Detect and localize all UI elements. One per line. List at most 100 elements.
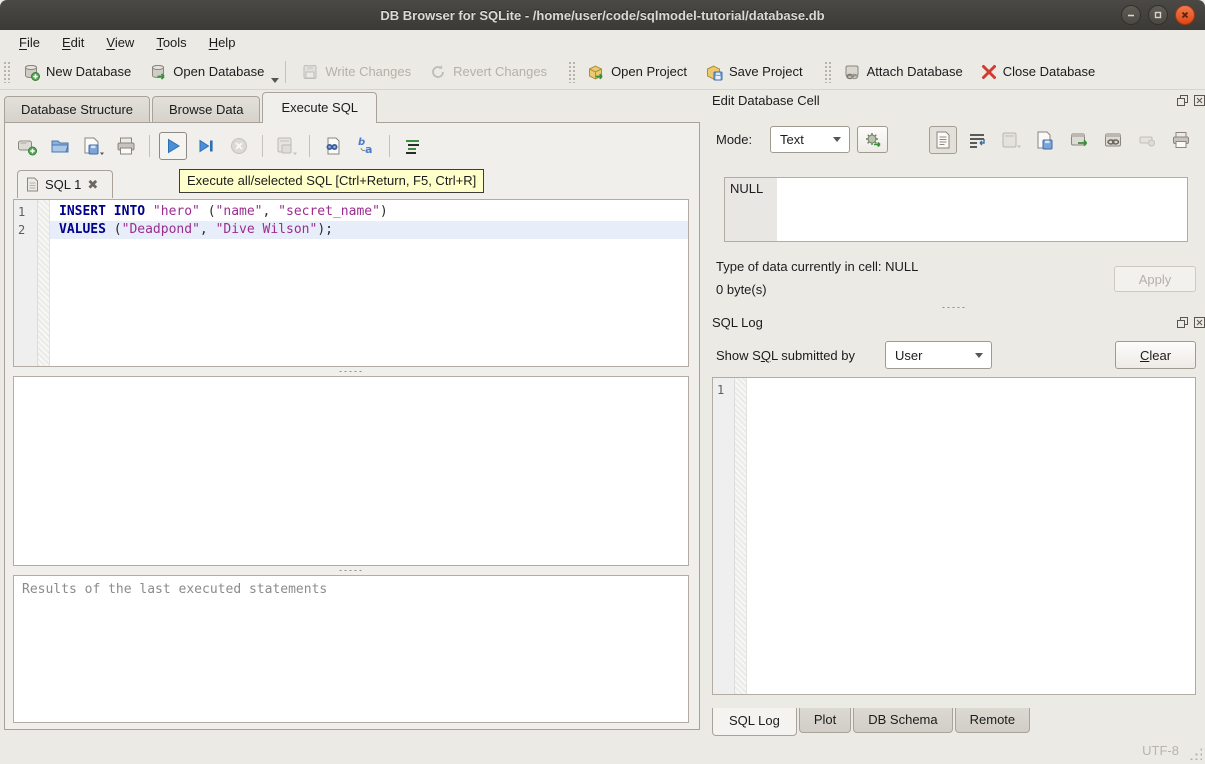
encoding-indicator[interactable]: UTF-8 xyxy=(1142,743,1179,758)
maximize-icon[interactable] xyxy=(1148,5,1168,25)
revert-changes-label: Revert Changes xyxy=(453,64,547,79)
new-database-icon xyxy=(22,63,40,81)
sql-editor[interactable]: 12 INSERT INTO "hero" ("name", "secret_n… xyxy=(13,199,689,367)
sql-file-tab-label: SQL 1 xyxy=(45,177,81,192)
clear-log-button[interactable]: Clear xyxy=(1115,341,1196,369)
attach-database-button[interactable]: Attach Database xyxy=(834,58,972,86)
dock-tab-sql-log[interactable]: SQL Log xyxy=(712,708,797,736)
close-sql-tab-icon[interactable]: ✖ xyxy=(87,178,98,191)
titlebar[interactable]: DB Browser for SQLite - /home/user/code/… xyxy=(0,0,1205,30)
replace-in-sql-button[interactable]: ba xyxy=(352,132,380,160)
app-window: DB Browser for SQLite - /home/user/code/… xyxy=(0,0,1205,764)
toolbar-separator xyxy=(262,135,263,157)
edit-cell-dock-buttons xyxy=(1176,94,1205,107)
toolbar-separator xyxy=(389,135,390,157)
menu-file[interactable]: File xyxy=(8,33,51,52)
save-sql-file-button[interactable] xyxy=(79,132,107,160)
execute-current-line-button[interactable] xyxy=(192,132,220,160)
splitter-handle[interactable] xyxy=(13,567,689,574)
float-panel-icon[interactable] xyxy=(1176,94,1189,107)
log-gutter: 1 xyxy=(713,378,735,694)
toolbar-handle[interactable] xyxy=(3,61,10,83)
revert-changes-icon xyxy=(429,63,447,81)
tab-execute-sql[interactable]: Execute SQL xyxy=(262,92,377,123)
sql-log-editor[interactable]: 1 xyxy=(712,377,1196,695)
open-database-icon xyxy=(149,63,167,81)
text-mode-toggle[interactable] xyxy=(929,126,957,154)
menu-view[interactable]: View xyxy=(95,33,145,52)
auto-switch-mode-button[interactable] xyxy=(857,126,888,153)
code-line[interactable]: VALUES ("Deadpond", "Dive Wilson"); xyxy=(50,221,688,239)
close-panel-icon[interactable] xyxy=(1193,316,1205,329)
import-cell-data-button[interactable] xyxy=(1031,126,1059,154)
dock-tab-plot[interactable]: Plot xyxy=(799,708,851,733)
execute-sql-button[interactable] xyxy=(159,132,187,160)
close-panel-icon[interactable] xyxy=(1193,94,1205,107)
mode-label: Mode: xyxy=(716,132,752,147)
cell-value-editor[interactable]: NULL xyxy=(724,177,1188,242)
results-placeholder: Results of the last executed statements xyxy=(22,582,680,597)
find-in-sql-button[interactable] xyxy=(319,132,347,160)
code-line[interactable]: INSERT INTO "hero" ("name", "secret_name… xyxy=(50,203,688,221)
tab-database-structure[interactable]: Database Structure xyxy=(4,96,150,123)
open-project-button[interactable]: Open Project xyxy=(578,58,696,86)
stop-button xyxy=(225,132,253,160)
save-project-button[interactable]: Save Project xyxy=(696,58,812,86)
new-sql-tab-button[interactable] xyxy=(13,132,41,160)
open-cell-data-button xyxy=(997,126,1025,154)
save-project-icon xyxy=(705,63,723,81)
close-icon[interactable] xyxy=(1175,5,1195,25)
splitter-handle[interactable] xyxy=(13,368,689,375)
toolbar-handle[interactable] xyxy=(824,61,831,83)
attach-database-label: Attach Database xyxy=(867,64,963,79)
open-database-dropdown-icon[interactable] xyxy=(271,78,279,83)
menu-tools[interactable]: Tools xyxy=(145,33,197,52)
menu-edit[interactable]: Edit xyxy=(51,33,95,52)
window-title: DB Browser for SQLite - /home/user/code/… xyxy=(380,8,824,23)
write-changes-icon xyxy=(301,63,319,81)
new-database-button[interactable]: New Database xyxy=(13,58,140,86)
open-sql-file-button[interactable] xyxy=(46,132,74,160)
toolbar-separator xyxy=(149,135,150,157)
close-database-button[interactable]: Close Database xyxy=(972,59,1105,85)
format-sql-button[interactable] xyxy=(399,132,427,160)
toolbar-separator xyxy=(309,135,310,157)
sql-code-lines[interactable]: INSERT INTO "hero" ("name", "secret_name… xyxy=(50,200,688,366)
mode-select-value: Text xyxy=(780,132,804,147)
open-in-external-link-button[interactable] xyxy=(1099,126,1127,154)
editor-fold-margin xyxy=(38,200,50,366)
save-project-label: Save Project xyxy=(729,64,803,79)
dock-tab-bar: SQL Log Plot DB Schema Remote xyxy=(712,708,1032,736)
open-database-button[interactable]: Open Database xyxy=(140,58,273,86)
resize-grip[interactable] xyxy=(1189,747,1202,760)
main-content: Database Structure Browse Data Execute S… xyxy=(0,90,1205,735)
dock-tab-remote[interactable]: Remote xyxy=(955,708,1031,733)
results-pane[interactable]: Results of the last executed statements xyxy=(13,575,689,723)
save-results-button xyxy=(272,132,300,160)
write-changes-button: Write Changes xyxy=(292,58,420,86)
print-cell-button[interactable] xyxy=(1167,126,1195,154)
open-project-icon xyxy=(587,63,605,81)
splitter-handle[interactable] xyxy=(712,304,1196,311)
menu-help[interactable]: Help xyxy=(198,33,247,52)
dock-tab-db-schema[interactable]: DB Schema xyxy=(853,708,952,733)
float-panel-icon[interactable] xyxy=(1176,316,1189,329)
log-filter-select[interactable]: User xyxy=(885,341,992,369)
sql-file-tab[interactable]: SQL 1 ✖ xyxy=(17,170,113,198)
minimize-icon[interactable] xyxy=(1121,5,1141,25)
query-secondary-pane[interactable] xyxy=(13,376,689,566)
window-controls xyxy=(1121,5,1195,25)
close-database-label: Close Database xyxy=(1003,64,1096,79)
export-cell-data-button[interactable] xyxy=(1065,126,1093,154)
print-button[interactable] xyxy=(112,132,140,160)
word-wrap-toggle[interactable] xyxy=(963,126,991,154)
execute-sql-panel: ba SQL 1 ✖ Execute all/selected SQL [Ctr… xyxy=(4,122,700,730)
svg-text:a: a xyxy=(365,143,372,156)
statusbar: UTF-8 xyxy=(0,735,1205,764)
mode-select[interactable]: Text xyxy=(770,126,850,153)
menubar: File Edit View Tools Help xyxy=(0,30,1205,54)
chevron-down-icon xyxy=(833,137,841,142)
cell-value-text: NULL xyxy=(725,178,777,241)
tab-browse-data[interactable]: Browse Data xyxy=(152,96,260,123)
toolbar-handle[interactable] xyxy=(568,61,575,83)
